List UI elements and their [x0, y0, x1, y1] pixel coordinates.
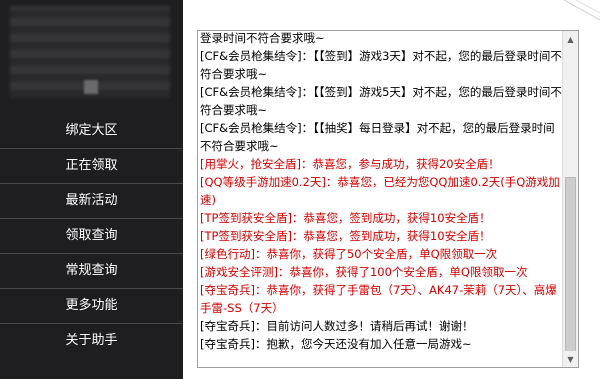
corner-decoration [560, 0, 600, 22]
log-line: [QQ等级手游加速0.2天]：恭喜您，已经为您QQ加速0.2天(手Q游戏加速) [200, 175, 560, 207]
arrow-down-icon[interactable]: ▼ [563, 351, 578, 367]
log-output-box[interactable]: 登录时间不符合要求哦~ [CF&会员枪集结令]：【【签到】游戏3天】对不起，您的最… [197, 30, 579, 368]
sidebar-item-latest-events[interactable]: 最新活动 [0, 183, 183, 218]
log-line: [CF&会员枪集结令]：【【签到】游戏5天】对不起，您的最后登录时间不符合要求哦… [200, 85, 562, 117]
log-line: [CF&会员枪集结令]：【【抽奖】每日登录】对不起，您的最后登录时间不符合要求哦… [200, 121, 555, 153]
sidebar-item-regular-query[interactable]: 常规查询 [0, 253, 183, 288]
sidebar-nav: 绑定大区 正在领取 最新活动 领取查询 常规查询 更多功能 关于助手 [0, 114, 183, 358]
sidebar: 绑定大区 正在领取 最新活动 领取查询 常规查询 更多功能 关于助手 [0, 0, 183, 379]
log-text: 登录时间不符合要求哦~ [CF&会员枪集结令]：【【签到】游戏3天】对不起，您的最… [200, 31, 564, 353]
log-line: 登录时间不符合要求哦~ [200, 31, 325, 45]
log-line: [游戏安全评测]：恭喜你，获得了100个安全盾，单Q限领取一次 [200, 265, 528, 279]
log-line: [夺宝奇兵]：目前访问人数过多！请稍后再试！谢谢！ [200, 319, 474, 333]
sidebar-item-claiming[interactable]: 正在领取 [0, 148, 183, 183]
sidebar-item-about[interactable]: 关于助手 [0, 323, 183, 358]
log-line: [夺宝奇兵]：恭喜你，获得了手雷包（7天）、AK47-茉莉（7天）、高爆手雷-S… [200, 283, 557, 315]
sidebar-item-more-functions[interactable]: 更多功能 [0, 288, 183, 323]
sidebar-item-bind-region[interactable]: 绑定大区 [0, 114, 183, 148]
log-line: [夺宝奇兵]：抱歉，您今天还没有加入任意一局游戏~ [200, 337, 472, 351]
vertical-scrollbar[interactable]: ▲ ▼ [562, 31, 578, 367]
sidebar-item-claim-query[interactable]: 领取查询 [0, 218, 183, 253]
log-line: [TP签到获安全盾]：恭喜您，签到成功，获得10安全盾！ [200, 229, 491, 243]
avatar-detail [84, 80, 98, 94]
scrollbar-thumb[interactable] [565, 177, 576, 353]
log-line: [TP签到获安全盾]：恭喜您，签到成功，获得10安全盾！ [200, 211, 491, 225]
content-panel: 登录时间不符合要求哦~ [CF&会员枪集结令]：【【签到】游戏3天】对不起，您的最… [183, 0, 600, 379]
arrow-up-icon[interactable]: ▲ [563, 31, 578, 47]
log-line: [用掌火，抢安全盾]：恭喜您，参与成功，获得20安全盾！ [200, 157, 500, 171]
log-line: [绿色行动]：恭喜你，获得了50个安全盾，单Q限领取一次 [200, 247, 498, 261]
log-line: [CF&会员枪集结令]：【【签到】游戏3天】对不起，您的最后登录时间不符合要求哦… [200, 49, 562, 81]
